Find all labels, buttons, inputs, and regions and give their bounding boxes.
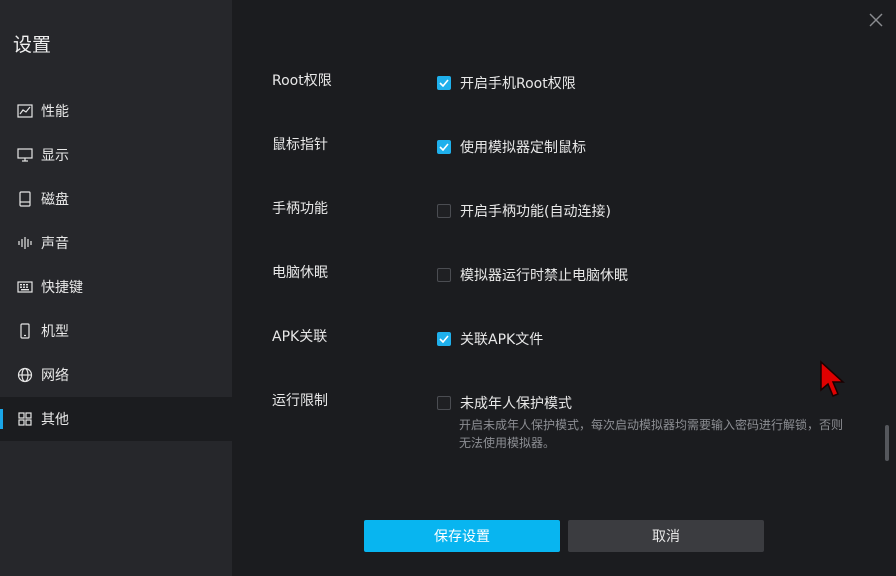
setting-label-root: Root权限 xyxy=(272,73,332,89)
sound-wave-icon xyxy=(17,235,33,251)
option-label: 使用模拟器定制鼠标 xyxy=(460,140,586,156)
sidebar-item-label: 声音 xyxy=(41,236,69,252)
setting-label-apk: APK关联 xyxy=(272,329,328,345)
checkbox-checked-icon xyxy=(437,140,451,154)
checkbox-unchecked-icon xyxy=(437,268,451,282)
cancel-button[interactable]: 取消 xyxy=(568,520,764,552)
option-label: 开启手柄功能(自动连接) xyxy=(460,204,611,220)
mouse-cursor-icon xyxy=(820,360,845,397)
close-button[interactable] xyxy=(868,12,884,28)
sidebar-item-model[interactable]: 机型 xyxy=(0,309,232,353)
minor-protection-description: 开启未成年人保护模式，每次启动模拟器均需要输入密码进行解锁，否则无法使用模拟器。 xyxy=(459,418,844,450)
scrollbar-thumb[interactable] xyxy=(885,425,889,461)
sidebar-item-label: 显示 xyxy=(41,148,69,164)
monitor-icon xyxy=(17,147,33,163)
checkbox-unchecked-icon xyxy=(437,204,451,218)
root-permission-checkbox[interactable]: 开启手机Root权限 xyxy=(437,73,576,93)
setting-label-restriction: 运行限制 xyxy=(272,393,328,409)
sidebar-item-label: 快捷键 xyxy=(41,280,83,296)
minor-protection-checkbox[interactable]: 未成年人保护模式 xyxy=(437,393,572,413)
sidebar-item-sound[interactable]: 声音 xyxy=(0,221,232,265)
sidebar-item-disk[interactable]: 磁盘 xyxy=(0,177,232,221)
option-label: 未成年人保护模式 xyxy=(460,396,572,412)
sidebar-item-label: 网络 xyxy=(41,368,69,384)
option-label: 模拟器运行时禁止电脑休眠 xyxy=(460,268,628,284)
sidebar-item-label: 磁盘 xyxy=(41,192,69,208)
custom-mouse-checkbox[interactable]: 使用模拟器定制鼠标 xyxy=(437,137,586,157)
setting-label-mouse: 鼠标指针 xyxy=(272,137,328,153)
prevent-sleep-checkbox[interactable]: 模拟器运行时禁止电脑休眠 xyxy=(437,265,628,285)
phone-icon xyxy=(17,323,33,339)
option-label: 关联APK文件 xyxy=(460,332,544,348)
checkbox-checked-icon xyxy=(437,332,451,346)
performance-chart-icon xyxy=(17,103,33,119)
globe-icon xyxy=(17,367,33,383)
gamepad-checkbox[interactable]: 开启手柄功能(自动连接) xyxy=(437,201,611,221)
sidebar: 设置 性能 显示 磁盘 声音 快捷键 机型 网络 其他 xyxy=(0,0,232,576)
setting-label-gamepad: 手柄功能 xyxy=(272,201,328,217)
sidebar-title: 设置 xyxy=(13,34,52,56)
keyboard-icon xyxy=(17,279,33,295)
sidebar-item-label: 其他 xyxy=(41,412,69,428)
option-label: 开启手机Root权限 xyxy=(460,76,576,92)
sidebar-item-other[interactable]: 其他 xyxy=(0,397,232,441)
checkbox-unchecked-icon xyxy=(437,396,451,410)
setting-label-sleep: 电脑休眠 xyxy=(272,265,328,281)
sidebar-item-label: 机型 xyxy=(41,324,69,340)
apk-association-checkbox[interactable]: 关联APK文件 xyxy=(437,329,543,349)
grid-icon xyxy=(17,411,33,427)
save-button[interactable]: 保存设置 xyxy=(364,520,560,552)
sidebar-item-display[interactable]: 显示 xyxy=(0,133,232,177)
disk-icon xyxy=(17,191,33,207)
checkbox-checked-icon xyxy=(437,76,451,90)
sidebar-item-label: 性能 xyxy=(41,104,69,120)
close-icon xyxy=(869,13,883,27)
sidebar-item-performance[interactable]: 性能 xyxy=(0,89,232,133)
sidebar-item-network[interactable]: 网络 xyxy=(0,353,232,397)
sidebar-item-shortcuts[interactable]: 快捷键 xyxy=(0,265,232,309)
